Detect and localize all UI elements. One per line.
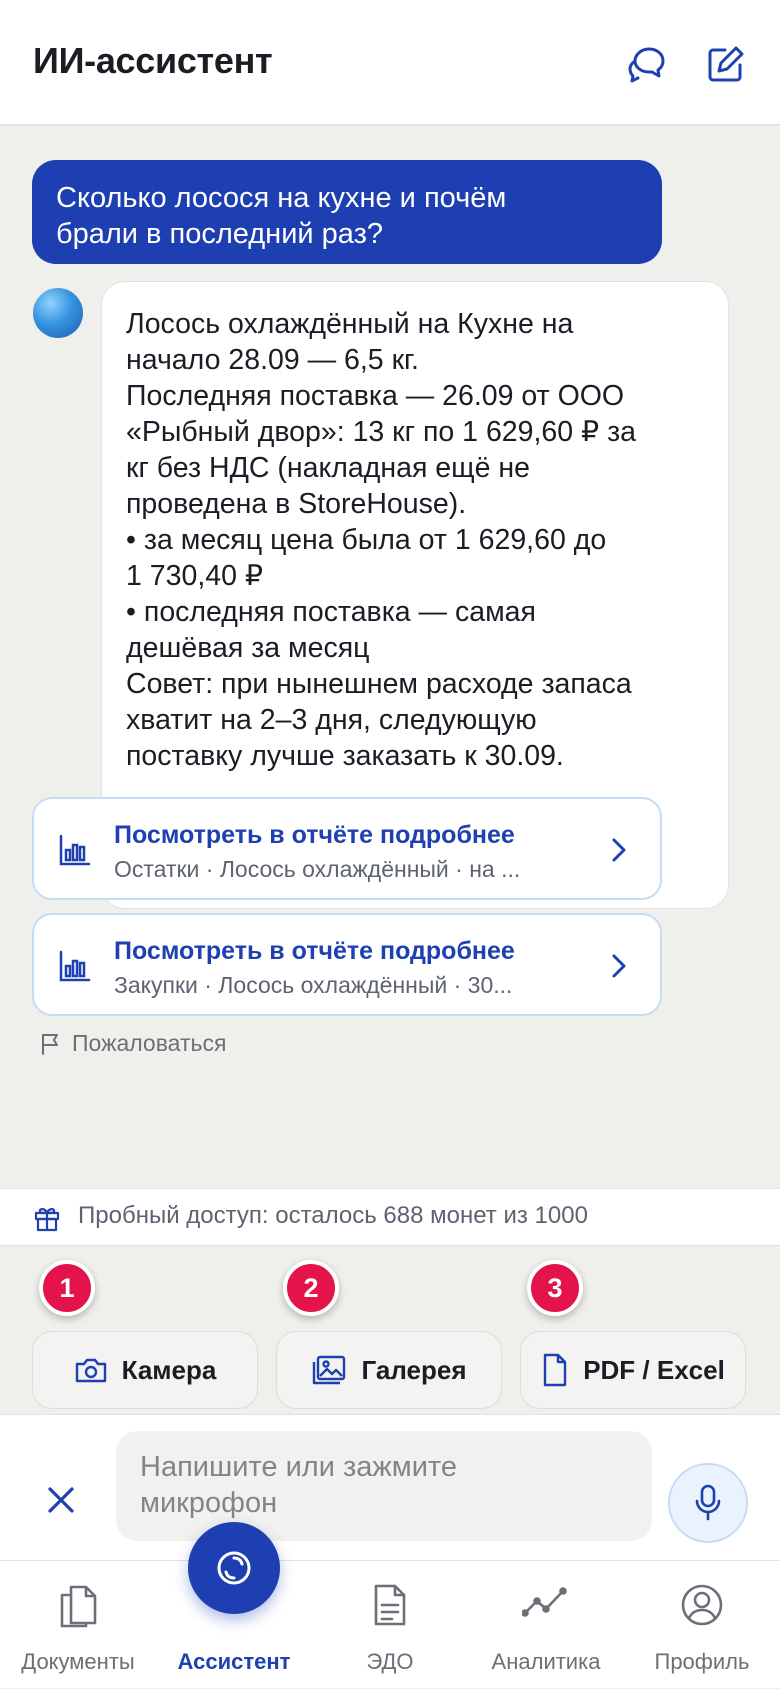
placeholder-line: Напишите или зажмите bbox=[140, 1451, 458, 1483]
assistant-avatar bbox=[33, 288, 83, 338]
gallery-label: Галерея bbox=[361, 1354, 467, 1385]
tab-label: Ассистент bbox=[177, 1649, 291, 1674]
chat-area: Сколько лосося на кухне и почём брали в … bbox=[0, 126, 780, 1188]
pdf-excel-label: PDF / Excel bbox=[583, 1354, 725, 1385]
user-message-line: брали в последний раз? bbox=[56, 218, 384, 250]
bar-chart-icon bbox=[59, 834, 91, 866]
message-composer: Напишите или зажмите микрофон bbox=[0, 1414, 780, 1560]
message-line: начало 28.09 — 6,5 кг. bbox=[126, 344, 419, 376]
new-chat-button[interactable] bbox=[700, 40, 750, 90]
tab-analytics[interactable]: Аналитика bbox=[468, 1561, 624, 1689]
link-title: Посмотреть в отчёте подробнее bbox=[114, 821, 515, 849]
chevron-right-icon bbox=[612, 838, 626, 862]
file-icon bbox=[543, 1353, 567, 1387]
report-link-stock[interactable]: Посмотреть в отчёте подробнее Остатки · … bbox=[32, 797, 662, 900]
message-input[interactable]: Напишите или зажмите микрофон bbox=[116, 1431, 652, 1541]
edit-icon bbox=[708, 46, 744, 82]
chats-button[interactable] bbox=[622, 40, 672, 90]
trial-banner: Пробный доступ: осталось 688 монет из 10… bbox=[0, 1188, 780, 1246]
trial-text: Пробный доступ: осталось 688 монет из 10… bbox=[78, 1202, 588, 1229]
app-header: ИИ-ассистент bbox=[0, 0, 780, 126]
gallery-icon bbox=[313, 1355, 346, 1385]
chat-bubbles-icon bbox=[628, 47, 665, 83]
edo-icon bbox=[374, 1584, 406, 1626]
analytics-icon bbox=[522, 1587, 567, 1617]
user-message-line: Сколько лосося на кухне и почём bbox=[56, 182, 507, 214]
step-badge: 3 bbox=[527, 1260, 583, 1316]
link-subtitle: Остатки · Лосось охлаждённый · на ... bbox=[114, 856, 521, 882]
assistant-fab-button[interactable] bbox=[188, 1522, 280, 1614]
bar-chart-icon bbox=[59, 950, 91, 982]
message-line: • последняя поставка — самая bbox=[126, 596, 536, 628]
report-link-purchases[interactable]: Посмотреть в отчёте подробнее Закупки · … bbox=[32, 913, 662, 1016]
tab-label: Документы bbox=[21, 1649, 135, 1674]
tab-edo[interactable]: ЭДО bbox=[312, 1561, 468, 1689]
placeholder-line: микрофон bbox=[140, 1487, 278, 1519]
tab-label: Аналитика bbox=[491, 1649, 601, 1674]
chevron-right-icon bbox=[612, 954, 626, 978]
tab-documents[interactable]: Документы bbox=[0, 1561, 156, 1689]
link-title: Посмотреть в отчёте подробнее bbox=[114, 937, 515, 965]
pdf-excel-button[interactable]: PDF / Excel bbox=[520, 1331, 746, 1409]
message-line: 1 730,40 ₽ bbox=[126, 560, 263, 592]
message-line: «Рыбный двор»: 13 кг по 1 629,60 ₽ за bbox=[126, 416, 636, 448]
microphone-icon bbox=[695, 1484, 721, 1521]
step-badge: 1 bbox=[39, 1260, 95, 1316]
link-subtitle: Закупки · Лосось охлаждённый · 30... bbox=[114, 972, 513, 998]
step-badge: 2 bbox=[283, 1260, 339, 1316]
report-button[interactable]: Пожаловаться bbox=[40, 1030, 226, 1057]
assistant-icon bbox=[217, 1551, 251, 1585]
flag-icon bbox=[42, 1033, 58, 1055]
profile-icon bbox=[681, 1584, 723, 1626]
microphone-button[interactable] bbox=[668, 1463, 748, 1543]
documents-icon bbox=[60, 1585, 97, 1628]
user-message: Сколько лосося на кухне и почём брали в … bbox=[32, 160, 662, 264]
message-line: Лосось охлаждённый на Кухне на bbox=[126, 308, 574, 340]
message-line: Совет: при нынешнем расходе запаса bbox=[126, 668, 632, 700]
gallery-button[interactable]: Галерея bbox=[276, 1331, 502, 1409]
close-icon bbox=[48, 1487, 74, 1513]
attachment-panel: 1 2 3 Камера Галерея PDF / Excel bbox=[0, 1246, 780, 1414]
message-line: Последняя поставка — 26.09 от ООО bbox=[126, 380, 625, 412]
bottom-navigation: Документы Ассистент ЭДО Аналитика Профил… bbox=[0, 1560, 780, 1688]
message-line: проведена в StoreHouse). bbox=[126, 488, 467, 520]
message-line: поставку лучше заказать к 30.09. bbox=[126, 740, 564, 772]
camera-button[interactable]: Камера bbox=[32, 1331, 258, 1409]
tab-profile[interactable]: Профиль bbox=[624, 1561, 780, 1689]
message-line: • за месяц цена была от 1 629,60 до bbox=[126, 524, 607, 556]
message-line: кг без НДС (накладная ещё не bbox=[126, 452, 530, 484]
tab-label: ЭДО bbox=[366, 1649, 414, 1674]
page-title: ИИ-ассистент bbox=[33, 40, 273, 81]
message-line: дешёвая за месяц bbox=[126, 632, 370, 664]
message-line: хватит на 2–3 дня, следующую bbox=[126, 704, 537, 736]
gift-icon bbox=[34, 1208, 60, 1232]
camera-label: Камера bbox=[121, 1354, 217, 1385]
report-label: Пожаловаться bbox=[72, 1030, 227, 1056]
tab-label: Профиль bbox=[654, 1649, 750, 1674]
camera-icon bbox=[75, 1358, 106, 1383]
